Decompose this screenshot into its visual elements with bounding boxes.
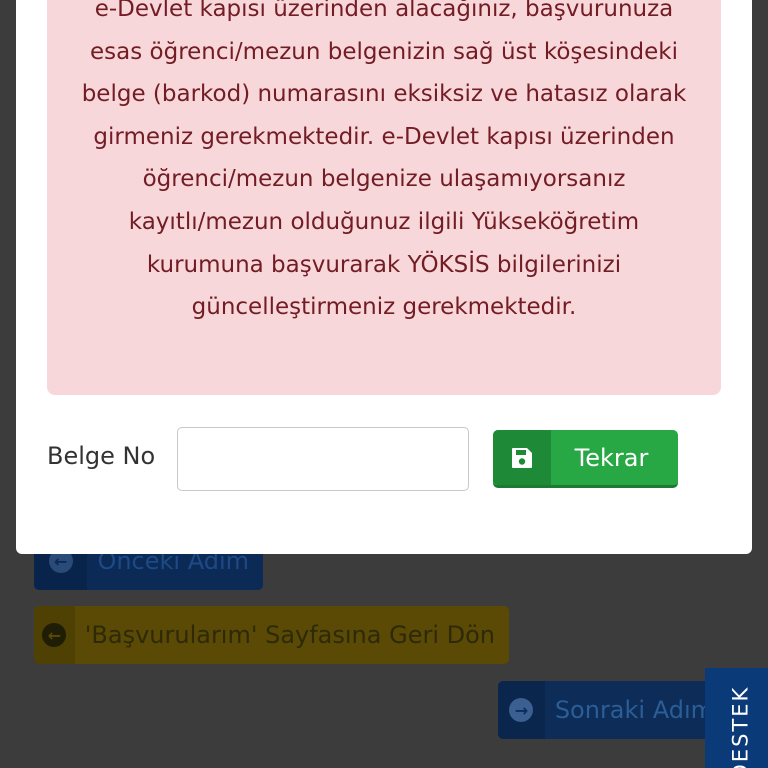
arrow-circle-right-icon: → <box>509 698 534 722</box>
document-number-modal: e-Devlet kapısı üzerinden alacağınız, ba… <box>16 0 752 554</box>
next-step-icon-wrap: → <box>498 681 545 739</box>
info-alert-text: e-Devlet kapısı üzerinden alacağınız, ba… <box>81 0 687 321</box>
save-icon-wrap <box>493 430 551 485</box>
back-to-applications-label: 'Başvurularım' Sayfasına Geri Dön <box>84 621 495 649</box>
info-alert: e-Devlet kapısı üzerinden alacağınız, ba… <box>47 0 721 395</box>
back-icon-wrap: ← <box>34 606 75 664</box>
next-step-button[interactable]: → Sonraki Adım <box>498 681 728 739</box>
retry-button[interactable]: Tekrar <box>493 430 678 488</box>
arrow-circle-left-icon: ← <box>42 623 67 647</box>
support-tab-label: DESTEK <box>728 685 753 768</box>
support-tab[interactable]: DESTEK <box>705 668 768 768</box>
document-number-label: Belge No <box>47 442 156 470</box>
retry-button-label: Tekrar <box>574 443 649 472</box>
document-number-input[interactable] <box>177 427 469 491</box>
save-icon <box>512 447 532 468</box>
next-step-label: Sonraki Adım <box>554 696 714 724</box>
back-to-applications-button[interactable]: ← 'Başvurularım' Sayfasına Geri Dön <box>34 606 509 664</box>
